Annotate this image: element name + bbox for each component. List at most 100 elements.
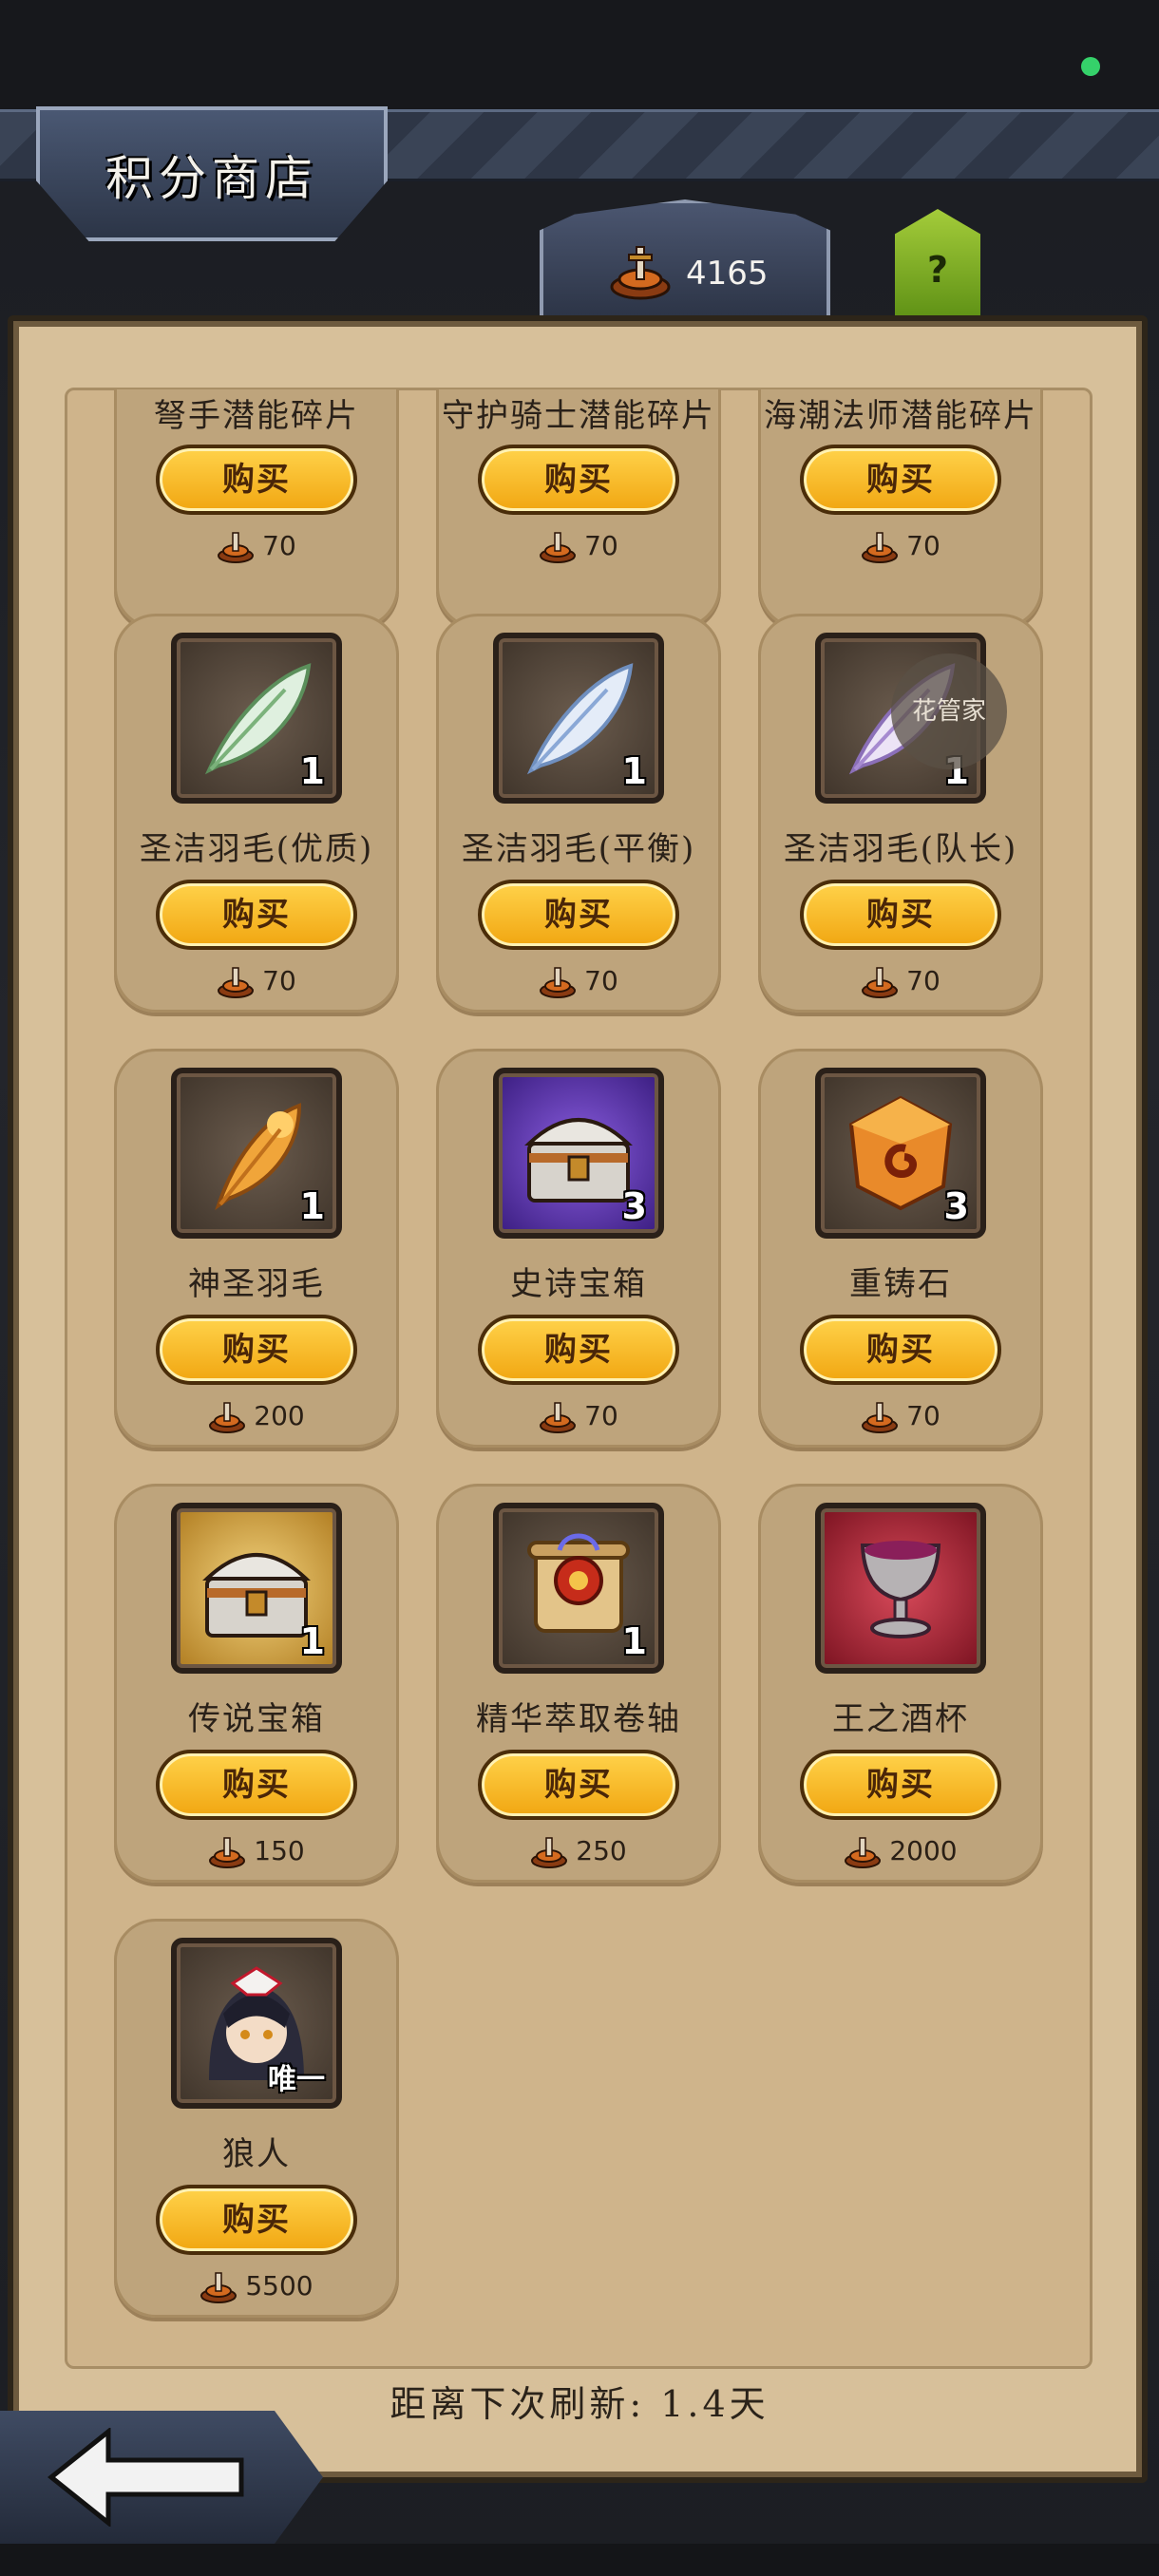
unique-badge: 唯一: [268, 2063, 325, 2096]
points-coin-icon: [862, 532, 899, 563]
price-value: 70: [584, 1400, 618, 1431]
price-value: 70: [906, 530, 940, 561]
shop-item-card: 1 精华萃取卷轴 购买 250: [436, 1484, 721, 1883]
price-value: 70: [584, 965, 618, 996]
item-price: 200: [114, 1400, 399, 1433]
points-coin-icon: [200, 2272, 238, 2303]
item-icon-frame[interactable]: 唯一: [171, 1938, 342, 2109]
points-coin-icon: [610, 246, 671, 300]
price-value: 250: [576, 1835, 627, 1866]
buy-button[interactable]: 购买: [478, 880, 679, 950]
shop-item-card: 3 重铸石 购买 70: [758, 1049, 1043, 1448]
item-price: 2000: [758, 1835, 1043, 1868]
buy-button-label: 购买: [222, 2201, 291, 2239]
item-name: 重铸石: [849, 1265, 952, 1303]
item-quantity: 1: [299, 750, 325, 792]
points-coin-icon: [209, 1837, 246, 1868]
item-icon-frame[interactable]: 1: [493, 633, 664, 804]
points-coin-icon: [540, 532, 577, 563]
item-icon-frame[interactable]: 3: [493, 1068, 664, 1239]
currency-value: 4165: [686, 255, 769, 293]
points-coin-icon: [845, 1837, 882, 1868]
item-price: 70: [114, 965, 399, 998]
buy-button-label: 购买: [866, 1331, 935, 1369]
shop-item-card: 1 神圣羽毛 购买 200: [114, 1049, 399, 1448]
item-price: 250: [436, 1835, 721, 1868]
buy-button-label: 购买: [544, 896, 613, 934]
shop-item-card: 1 圣洁羽毛(优质) 购买 70: [114, 614, 399, 1013]
item-price: 70: [758, 530, 1043, 563]
points-coin-icon: [218, 967, 255, 998]
price-value: 70: [262, 530, 296, 561]
item-price: 150: [114, 1835, 399, 1868]
item-price: 70: [436, 530, 721, 563]
status-indicator-dot: [1081, 57, 1100, 76]
item-icon-frame[interactable]: 1: [171, 1068, 342, 1239]
price-value: 200: [254, 1400, 305, 1431]
item-icon-frame[interactable]: [815, 1503, 986, 1674]
buy-button-label: 购买: [222, 461, 291, 499]
buy-button[interactable]: 购买: [156, 1750, 357, 1820]
help-label: ?: [926, 249, 949, 291]
price-value: 70: [906, 965, 940, 996]
shop-item-card: 唯一 狼人 购买 5500: [114, 1919, 399, 2318]
buy-button[interactable]: 购买: [800, 445, 1001, 515]
buy-button[interactable]: 购买: [800, 1750, 1001, 1820]
buy-button[interactable]: 购买: [156, 445, 357, 515]
item-quantity: 3: [621, 1185, 647, 1227]
buy-button[interactable]: 购买: [478, 1315, 679, 1385]
points-coin-icon: [218, 532, 255, 563]
item-name: 圣洁羽毛(优质): [139, 830, 374, 868]
buy-button-label: 购买: [866, 896, 935, 934]
buy-button-label: 购买: [222, 896, 291, 934]
points-coin-icon: [862, 1402, 899, 1433]
item-icon-frame[interactable]: 1: [171, 1503, 342, 1674]
item-name: 王之酒杯: [832, 1700, 969, 1738]
buy-button-label: 购买: [866, 1766, 935, 1804]
buy-button-label: 购买: [544, 461, 613, 499]
item-quantity: 1: [299, 1620, 325, 1662]
shop-item-card: 王之酒杯 购买 2000: [758, 1484, 1043, 1883]
price-value: 70: [906, 1400, 940, 1431]
item-price: 70: [758, 1400, 1043, 1433]
shop-item-card: 3 史诗宝箱 购买 70: [436, 1049, 721, 1448]
floating-assistant-button[interactable]: 花管家: [891, 653, 1007, 769]
buy-button[interactable]: 购买: [156, 1315, 357, 1385]
buy-button[interactable]: 购买: [800, 880, 1001, 950]
buy-button-label: 购买: [222, 1331, 291, 1369]
item-name: 精华萃取卷轴: [476, 1700, 681, 1738]
bottom-strip: [0, 2544, 1159, 2576]
item-name: 神圣羽毛: [188, 1265, 325, 1303]
buy-button[interactable]: 购买: [478, 1750, 679, 1820]
item-quantity: 3: [943, 1185, 969, 1227]
item-icon-frame[interactable]: 1: [493, 1503, 664, 1674]
buy-button[interactable]: 购买: [478, 445, 679, 515]
price-value: 70: [262, 965, 296, 996]
price-value: 150: [254, 1835, 305, 1866]
item-price: 70: [114, 530, 399, 563]
item-price: 70: [436, 965, 721, 998]
item-name: 史诗宝箱: [510, 1265, 647, 1303]
item-price: 5500: [114, 2270, 399, 2303]
shop-item-card: 弩手潜能碎片 购买 70: [114, 389, 399, 629]
buy-button[interactable]: 购买: [156, 2185, 357, 2255]
item-quantity: 1: [621, 750, 647, 792]
buy-button[interactable]: 购买: [800, 1315, 1001, 1385]
item-name: 狼人: [222, 2135, 291, 2173]
item-quantity: 1: [621, 1620, 647, 1662]
page-title: 积分商店: [105, 151, 318, 206]
buy-button[interactable]: 购买: [156, 880, 357, 950]
item-icon-frame[interactable]: 3: [815, 1068, 986, 1239]
item-icon-frame[interactable]: 1: [171, 633, 342, 804]
item-name: 传说宝箱: [188, 1700, 325, 1738]
points-coin-icon: [209, 1402, 246, 1433]
price-value: 2000: [889, 1835, 958, 1866]
price-value: 70: [584, 530, 618, 561]
goblet-icon: [860, 1541, 941, 1638]
item-name: 圣洁羽毛(队长): [783, 830, 1018, 868]
back-arrow-icon: [48, 2428, 244, 2527]
shop-item-card: 海潮法师潜能碎片 购买 70: [758, 389, 1043, 629]
item-price: 70: [758, 965, 1043, 998]
floating-assistant-label: 花管家: [911, 697, 986, 726]
buy-button-label: 购买: [544, 1766, 613, 1804]
